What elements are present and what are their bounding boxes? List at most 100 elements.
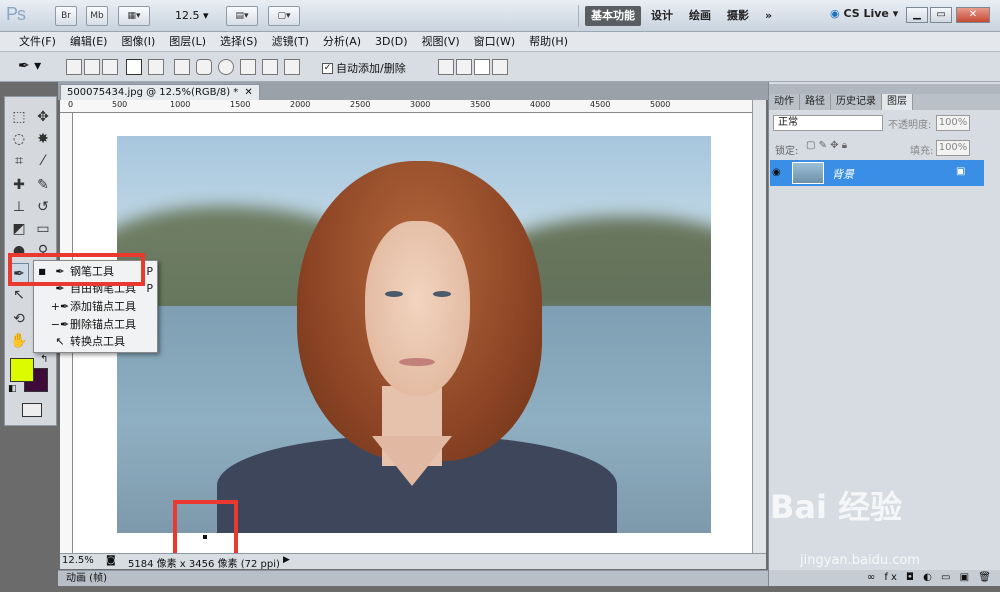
ellipse-icon[interactable] <box>218 59 234 75</box>
menu-help[interactable]: 帮助(H) <box>522 32 575 51</box>
ruler-label: 1500 <box>230 100 251 109</box>
default-colors-icon[interactable]: ◧ <box>8 384 17 394</box>
maximize-button[interactable]: ▭ <box>930 7 952 23</box>
horizontal-ruler: 0 500 1000 1500 2000 2500 3000 3500 4000… <box>60 100 752 113</box>
brush-icon[interactable]: ✎ <box>33 175 53 195</box>
auto-add-delete-checkbox[interactable]: ✓ 自动添加/删除 <box>322 60 406 76</box>
view-extras-button[interactable]: ▦▾ <box>118 6 150 26</box>
menu-file[interactable]: 文件(F) <box>12 32 63 51</box>
document-tab[interactable]: 500075434.jpg @ 12.5%(RGB/8) * ✕ <box>60 84 260 100</box>
ruler-label: 4500 <box>590 100 611 109</box>
eye-icon[interactable]: ◉ <box>772 167 781 178</box>
foreground-color-swatch[interactable] <box>10 358 34 382</box>
bridge-button[interactable]: Br <box>55 6 77 26</box>
close-button[interactable]: ✕ <box>956 7 990 23</box>
menu-layer[interactable]: 图层(L) <box>162 32 213 51</box>
history-brush-icon[interactable]: ↺ <box>33 197 53 217</box>
options-bar: ✒ ▾ ✓ 自动添加/删除 <box>0 52 1000 82</box>
intersect-area-icon[interactable] <box>474 59 490 75</box>
tool-preset-picker[interactable]: ✒ ▾ <box>18 58 41 74</box>
close-document-icon[interactable]: ✕ <box>244 85 252 100</box>
portrait-photo[interactable] <box>117 136 711 533</box>
clone-stamp-icon[interactable]: ⊥ <box>9 197 29 217</box>
flyout-add-anchor-tool[interactable]: +✒ 添加锚点工具 <box>34 298 157 315</box>
flyout-convert-point-tool[interactable]: ↖ 转换点工具 <box>34 333 157 350</box>
workspace-photography[interactable]: 摄影 <box>721 6 755 26</box>
custom-shape-icon[interactable] <box>284 59 300 75</box>
menu-image[interactable]: 图像(I) <box>114 32 162 51</box>
animation-panel-label[interactable]: 动画 (帧) <box>58 570 768 586</box>
tab-paths[interactable]: 路径 <box>800 94 831 110</box>
menu-filter[interactable]: 滤镜(T) <box>265 32 316 51</box>
menu-3d[interactable]: 3D(D) <box>368 32 415 51</box>
arrange-documents-button[interactable]: ▤▾ <box>226 6 258 26</box>
line-icon[interactable] <box>262 59 278 75</box>
workspace-painting[interactable]: 绘画 <box>683 6 717 26</box>
paths-icon[interactable] <box>84 59 100 75</box>
anchor-point[interactable] <box>203 535 207 539</box>
exclude-area-icon[interactable] <box>492 59 508 75</box>
convert-point-icon: ↖ <box>55 335 65 348</box>
add-anchor-icon: +✒ <box>50 300 70 313</box>
zoom-status[interactable]: 12.5% <box>62 555 94 566</box>
polygon-icon[interactable] <box>240 59 256 75</box>
crop-icon[interactable]: ⌗ <box>9 151 29 171</box>
lock-icons[interactable]: ▢ ✎ ✥ 🔒︎ <box>806 140 847 151</box>
cs-live-button[interactable]: ◉ CS Live ▾ <box>830 7 898 20</box>
workspace-design[interactable]: 设计 <box>645 6 679 26</box>
pen-tool-icon[interactable] <box>126 59 142 75</box>
panel-footer-icons[interactable]: ∞ fx ◘ ◐ ▭ ▣ 🗑︎ <box>769 570 1000 586</box>
opacity-input[interactable]: 100% <box>936 115 970 131</box>
healing-brush-icon[interactable]: ✚ <box>9 175 29 195</box>
hand-icon[interactable]: ✋ <box>9 331 29 351</box>
zoom-level[interactable]: 12.5 ▾ <box>175 9 209 22</box>
move-icon[interactable]: ✥ <box>33 107 53 127</box>
lasso-icon[interactable]: ◌ <box>9 129 29 149</box>
ruler-label: 3500 <box>470 100 491 109</box>
ruler-label: 5000 <box>650 100 671 109</box>
blend-mode-select[interactable]: 正常 <box>773 115 883 131</box>
quick-mask-button[interactable] <box>22 403 42 417</box>
flyout-delete-anchor-tool[interactable]: −✒ 删除锚点工具 <box>34 316 157 333</box>
quick-select-icon[interactable]: ✸ <box>33 129 53 149</box>
minimize-button[interactable]: ▁ <box>906 7 928 23</box>
workspace-switcher: 基本功能 设计 绘画 摄影 » <box>585 6 778 26</box>
delete-anchor-icon: −✒ <box>50 318 70 331</box>
separator <box>578 5 579 27</box>
eyedropper-icon[interactable]: ⁄ <box>33 151 53 171</box>
swap-colors-icon[interactable]: ↰ <box>40 354 48 365</box>
tab-history[interactable]: 历史记录 <box>831 94 882 110</box>
menu-edit[interactable]: 编辑(E) <box>63 32 115 51</box>
menu-window[interactable]: 窗口(W) <box>467 32 522 51</box>
gradient-icon[interactable]: ▭ <box>33 219 53 239</box>
ruler-label: 3000 <box>410 100 431 109</box>
opacity-label: 不透明度: <box>888 120 932 131</box>
layer-name[interactable]: 背景 <box>832 166 854 182</box>
panel-dock-header <box>769 84 1000 94</box>
eraser-icon[interactable]: ◩ <box>9 219 29 239</box>
freeform-pen-icon[interactable] <box>148 59 164 75</box>
minibridge-button[interactable]: Mb <box>86 6 108 26</box>
rectangle-icon[interactable] <box>174 59 190 75</box>
tab-layers[interactable]: 图层 <box>882 94 913 110</box>
subtract-area-icon[interactable] <box>456 59 472 75</box>
workspace-essentials[interactable]: 基本功能 <box>585 6 641 26</box>
anchor-point-highlight <box>173 500 238 558</box>
fill-pixels-icon[interactable] <box>102 59 118 75</box>
more-workspaces-button[interactable]: » <box>759 6 778 26</box>
screen-mode-button[interactable]: ▢▾ <box>268 6 300 26</box>
path-selection-icon[interactable]: ↖ <box>9 285 29 305</box>
shape-layers-icon[interactable] <box>66 59 82 75</box>
marquee-icon[interactable]: ⬚ <box>9 107 29 127</box>
vertical-scrollbar[interactable] <box>752 100 766 553</box>
rounded-rectangle-icon[interactable] <box>196 59 212 75</box>
tab-actions[interactable]: 动作 <box>769 94 800 110</box>
status-menu-arrow-icon[interactable]: ▶ <box>283 555 290 565</box>
menu-select[interactable]: 选择(S) <box>213 32 265 51</box>
fill-input[interactable]: 100% <box>936 140 970 156</box>
menu-view[interactable]: 视图(V) <box>415 32 467 51</box>
menu-analysis[interactable]: 分析(A) <box>316 32 368 51</box>
combine-area-icon[interactable] <box>438 59 454 75</box>
3d-rotate-icon[interactable]: ⟲ <box>9 309 29 329</box>
status-icon[interactable]: ◙ <box>106 555 116 566</box>
